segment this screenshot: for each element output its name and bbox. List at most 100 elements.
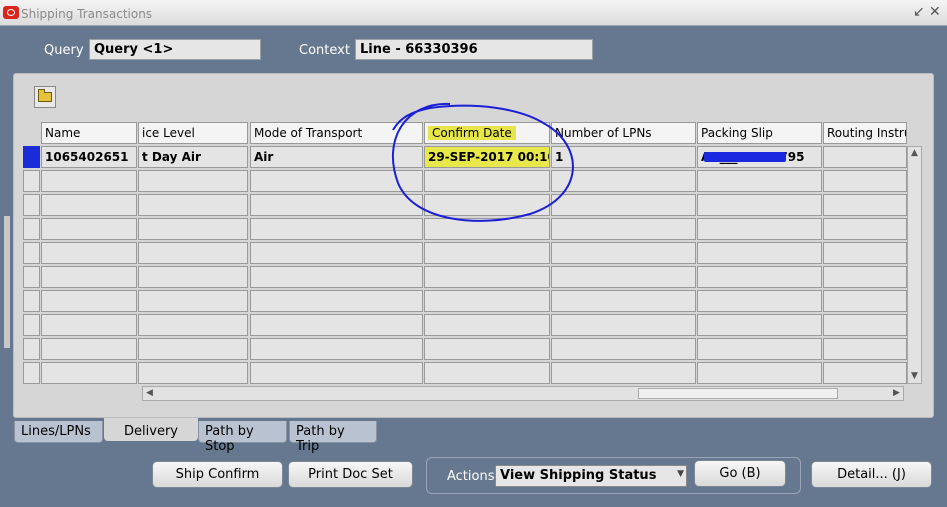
cell-routing-instructions[interactable] — [823, 146, 907, 168]
minimize-icon[interactable]: ↙ — [913, 5, 925, 19]
row-indicator[interactable] — [23, 194, 40, 216]
table-cell[interactable] — [424, 290, 550, 312]
table-cell[interactable] — [823, 242, 907, 264]
cell-name[interactable]: 1065402651 — [41, 146, 137, 168]
actions-select[interactable]: View Shipping Status ▼ — [495, 465, 687, 487]
row-indicator[interactable] — [23, 314, 40, 336]
table-cell[interactable] — [697, 362, 822, 384]
table-cell[interactable] — [250, 290, 423, 312]
table-cell[interactable] — [41, 338, 137, 360]
col-header-service-level[interactable]: ice Level — [138, 122, 248, 144]
cell-confirm-date[interactable]: 29-SEP-2017 00:10:3 — [424, 146, 550, 168]
table-cell[interactable] — [424, 170, 550, 192]
scroll-right-icon[interactable]: ▶ — [893, 389, 900, 398]
row-indicator[interactable] — [23, 338, 40, 360]
table-cell[interactable] — [138, 194, 248, 216]
table-cell[interactable] — [551, 290, 696, 312]
scroll-down-icon[interactable]: ▼ — [911, 372, 918, 381]
table-cell[interactable] — [138, 242, 248, 264]
row-indicator-current[interactable] — [23, 146, 40, 168]
table-cell[interactable] — [551, 218, 696, 240]
table-cell[interactable] — [823, 218, 907, 240]
table-cell[interactable] — [41, 362, 137, 384]
table-cell[interactable] — [138, 338, 248, 360]
table-cell[interactable] — [551, 266, 696, 288]
table-cell[interactable] — [250, 194, 423, 216]
ship-confirm-button[interactable]: Ship Confirm — [152, 461, 283, 488]
col-header-name[interactable]: Name — [41, 122, 137, 144]
table-cell[interactable] — [823, 362, 907, 384]
chevron-down-icon[interactable]: ▼ — [677, 469, 684, 479]
table-cell[interactable] — [424, 194, 550, 216]
table-cell[interactable] — [424, 362, 550, 384]
row-indicator[interactable] — [23, 266, 40, 288]
table-cell[interactable] — [424, 242, 550, 264]
horizontal-scrollbar[interactable]: ◀ ▶ — [142, 386, 904, 401]
table-cell[interactable] — [823, 194, 907, 216]
cell-number-of-lpns[interactable]: 1 — [551, 146, 696, 168]
table-cell[interactable] — [41, 242, 137, 264]
context-field[interactable]: Line - 66330396 — [355, 39, 593, 60]
table-cell[interactable] — [250, 314, 423, 336]
col-header-confirm-date[interactable]: Confirm Date — [424, 122, 550, 144]
close-icon[interactable]: ✕ — [929, 5, 941, 19]
table-cell[interactable] — [697, 266, 822, 288]
table-cell[interactable] — [138, 170, 248, 192]
table-cell[interactable] — [551, 362, 696, 384]
table-cell[interactable] — [551, 314, 696, 336]
row-indicator[interactable] — [23, 242, 40, 264]
table-cell[interactable] — [41, 194, 137, 216]
table-cell[interactable] — [697, 290, 822, 312]
table-cell[interactable] — [697, 338, 822, 360]
table-cell[interactable] — [551, 338, 696, 360]
table-cell[interactable] — [823, 170, 907, 192]
table-cell[interactable] — [424, 218, 550, 240]
col-header-routing-instructions[interactable]: Routing Instru — [823, 122, 907, 144]
tab-delivery[interactable]: Delivery — [104, 418, 198, 441]
horizontal-scroll-thumb[interactable] — [638, 388, 838, 399]
table-cell[interactable] — [250, 266, 423, 288]
table-cell[interactable] — [551, 170, 696, 192]
tab-path-by-stop[interactable]: Path by Stop — [198, 421, 287, 454]
table-cell[interactable] — [41, 290, 137, 312]
scroll-up-icon[interactable]: ▲ — [911, 149, 918, 158]
table-cell[interactable] — [823, 290, 907, 312]
vertical-scrollbar[interactable]: ▲ ▼ — [907, 146, 922, 384]
table-cell[interactable] — [697, 170, 822, 192]
row-indicator[interactable] — [23, 362, 40, 384]
table-cell[interactable] — [424, 338, 550, 360]
query-field[interactable]: Query <1> — [89, 39, 261, 60]
table-cell[interactable] — [697, 314, 822, 336]
table-cell[interactable] — [138, 362, 248, 384]
table-cell[interactable] — [823, 266, 907, 288]
row-indicator[interactable] — [23, 290, 40, 312]
col-header-mode-of-transport[interactable]: Mode of Transport — [250, 122, 423, 144]
table-cell[interactable] — [823, 314, 907, 336]
tab-path-by-trip[interactable]: Path by Trip — [289, 421, 377, 454]
table-cell[interactable] — [551, 194, 696, 216]
table-cell[interactable] — [41, 314, 137, 336]
table-cell[interactable] — [697, 218, 822, 240]
table-cell[interactable] — [138, 266, 248, 288]
table-cell[interactable] — [697, 242, 822, 264]
table-cell[interactable] — [138, 290, 248, 312]
table-cell[interactable] — [250, 362, 423, 384]
table-cell[interactable] — [250, 218, 423, 240]
table-cell[interactable] — [823, 338, 907, 360]
col-header-number-of-lpns[interactable]: Number of LPNs — [551, 122, 696, 144]
table-cell[interactable] — [250, 170, 423, 192]
folder-button[interactable] — [34, 86, 56, 108]
table-cell[interactable] — [424, 314, 550, 336]
row-indicator[interactable] — [23, 170, 40, 192]
table-cell[interactable] — [250, 242, 423, 264]
scroll-left-icon[interactable]: ◀ — [146, 389, 153, 398]
table-cell[interactable] — [424, 266, 550, 288]
tab-lines-lpns[interactable]: Lines/LPNs — [14, 421, 103, 443]
col-header-packing-slip[interactable]: Packing Slip — [697, 122, 822, 144]
table-cell[interactable] — [551, 242, 696, 264]
detail-button[interactable]: Detail... (J) — [811, 461, 932, 488]
go-button[interactable]: Go (B) — [694, 460, 786, 487]
table-cell[interactable] — [250, 338, 423, 360]
table-cell[interactable] — [41, 170, 137, 192]
row-indicator[interactable] — [23, 218, 40, 240]
